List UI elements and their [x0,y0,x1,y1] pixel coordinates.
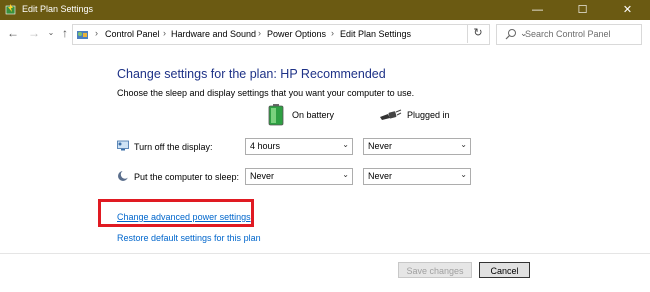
sleep-plugged-in-value: Never [368,171,393,181]
save-changes-button[interactable]: Save changes [398,262,472,278]
back-arrow-icon[interactable]: ← [6,26,20,40]
restore-defaults-link[interactable]: Restore default settings for this plan [117,233,261,243]
plug-icon [380,109,402,120]
search-placeholder: Search Control Panel [525,29,611,39]
breadcrumb-separator: › [258,28,261,38]
breadcrumb-separator: › [95,28,98,38]
page-title: Change settings for the plan: HP Recomme… [117,67,386,81]
chevron-down-icon: ⌄ [342,170,349,179]
chevron-down-icon[interactable]: ⌄ [44,26,58,40]
monitor-icon [117,140,129,151]
search-input[interactable]: Search Control Panel [496,24,642,45]
display-plugged-in-value: Never [368,141,393,151]
display-on-battery-value: 4 hours [250,141,281,151]
page-description: Choose the sleep and display settings th… [117,88,415,98]
sleep-on-battery-value: Never [250,171,275,181]
breadcrumb-edit-plan-settings[interactable]: Edit Plan Settings [340,29,411,39]
search-icon [505,29,516,40]
display-on-battery-select[interactable]: 4 hours ⌄ [245,138,353,155]
chevron-down-icon: ⌄ [460,170,467,179]
sleep-label: Put the computer to sleep: [134,172,240,182]
battery-icon [268,104,284,126]
sleep-on-battery-select[interactable]: Never ⌄ [245,168,353,185]
close-button[interactable]: ✕ [605,0,650,20]
sleep-plugged-in-select[interactable]: Never ⌄ [363,168,471,185]
window-title: Edit Plan Settings [22,4,94,14]
maximize-button[interactable]: ☐ [560,0,605,20]
breadcrumb-power-options[interactable]: Power Options [267,29,326,39]
address-bar: ← → ⌄ ↑ › Control Panel › Hardware and S… [0,20,650,48]
up-arrow-icon[interactable]: ↑ [58,26,72,40]
breadcrumb-hardware-and-sound[interactable]: Hardware and Sound [171,29,256,39]
power-options-icon [5,4,16,15]
highlight-box [98,199,254,227]
minimize-button[interactable]: — [515,0,560,20]
moon-icon [118,170,129,181]
forward-arrow-icon[interactable]: → [27,26,41,40]
chevron-down-icon: ⌄ [460,140,467,149]
breadcrumb-separator: › [163,28,166,38]
breadcrumb-control-panel[interactable]: Control Panel [105,29,160,39]
footer-divider [0,253,650,254]
turn-off-display-label: Turn off the display: [134,142,213,152]
title-bar: Edit Plan Settings — ☐ ✕ [0,0,650,20]
plugged-in-header: Plugged in [407,110,450,120]
cancel-button[interactable]: Cancel [479,262,530,278]
refresh-icon[interactable]: ↻ [467,24,488,43]
display-plugged-in-select[interactable]: Never ⌄ [363,138,471,155]
on-battery-header: On battery [292,110,335,120]
chevron-down-icon: ⌄ [342,140,349,149]
address-box[interactable]: › Control Panel › Hardware and Sound › P… [72,24,528,45]
control-panel-icon [77,31,88,39]
breadcrumb-separator: › [331,28,334,38]
